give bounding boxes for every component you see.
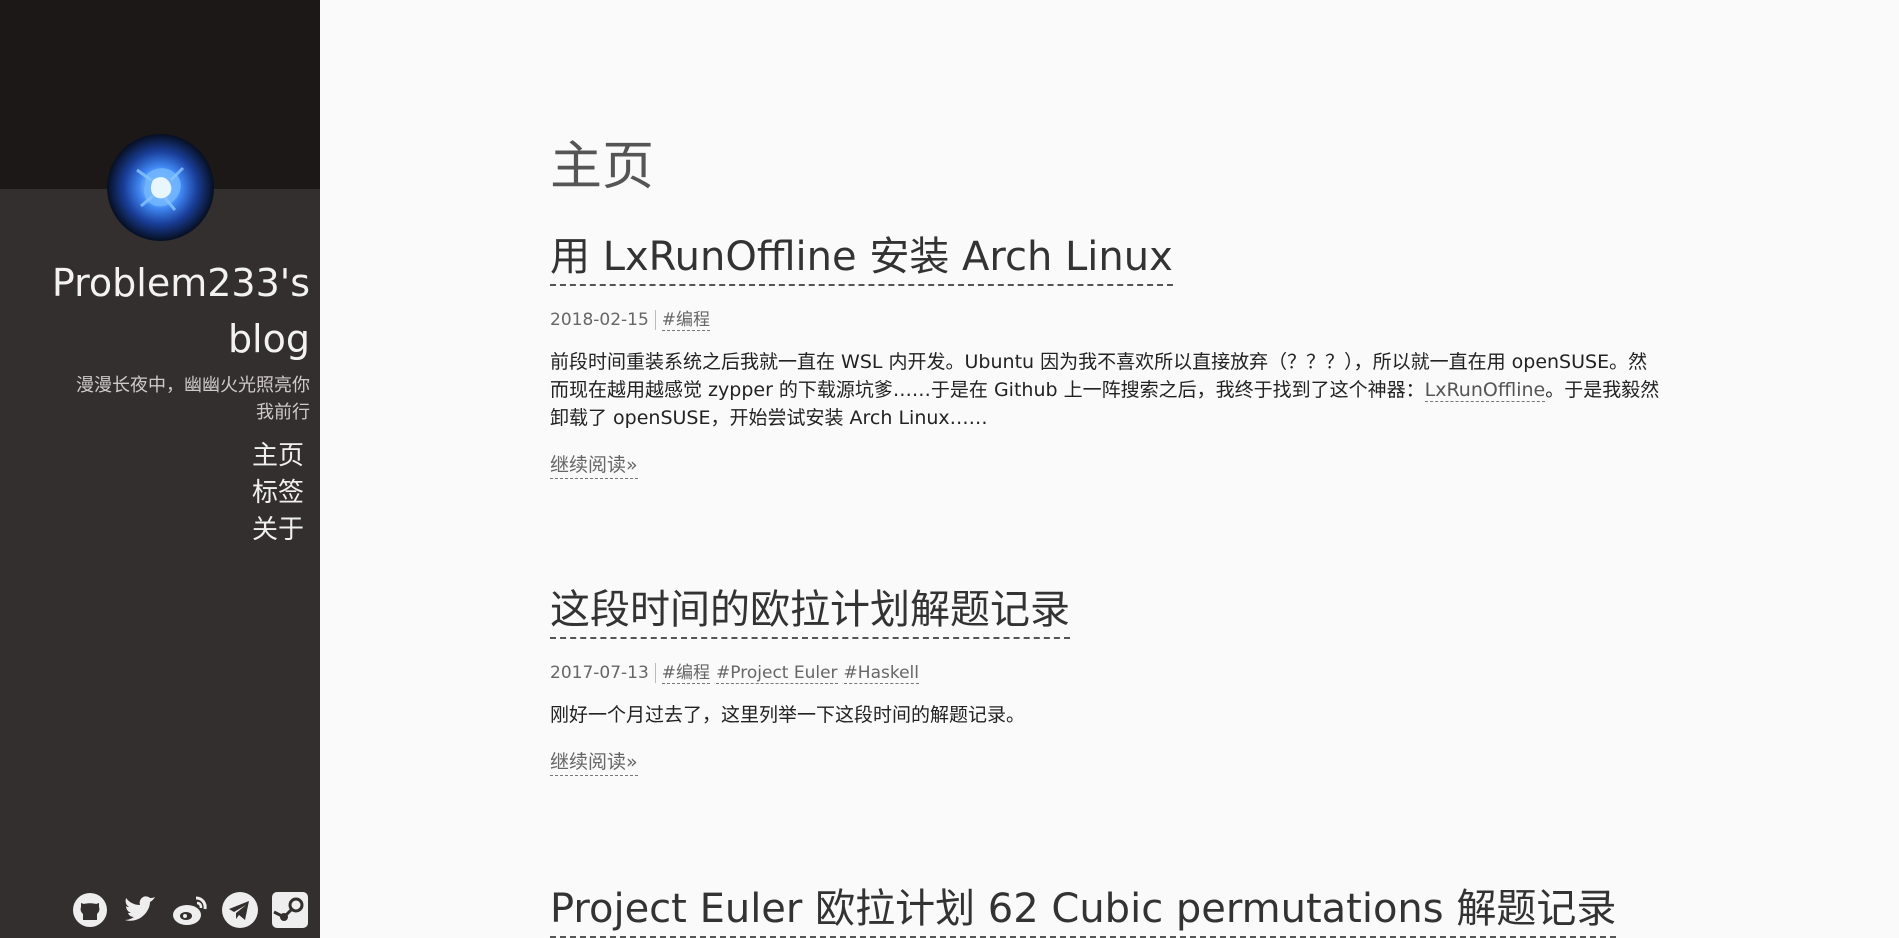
nav-item-about[interactable]: 关于 bbox=[252, 512, 304, 549]
sidebar: Problem233's blog 漫漫长夜中，幽幽火光照亮你我前行 主页 标签… bbox=[0, 0, 320, 938]
site-subtitle: 漫漫长夜中，幽幽火光照亮你我前行 bbox=[76, 375, 310, 423]
nav-item-home[interactable]: 主页 bbox=[252, 438, 304, 475]
weibo-icon[interactable] bbox=[170, 890, 210, 930]
post-excerpt: 前段时间重装系统之后我就一直在 WSL 内开发。Ubuntu 因为我不喜欢所以直… bbox=[550, 348, 1660, 432]
read-more-link[interactable]: 继续阅读» bbox=[550, 749, 638, 776]
post-meta: 2018-02-15 #编程 bbox=[550, 308, 1660, 332]
sidebar-nav: 主页 标签 关于 bbox=[252, 438, 304, 549]
post-item: 用 LxRunOffline 安装 Arch Linux 2018-02-15 #… bbox=[550, 230, 1660, 479]
twitter-icon[interactable] bbox=[120, 890, 160, 930]
site-title[interactable]: Problem233's blog bbox=[10, 255, 310, 367]
page-title: 主页 bbox=[550, 137, 655, 197]
main-content: 主页 用 LxRunOffline 安装 Arch Linux 2018-02-… bbox=[550, 0, 1660, 938]
social-links bbox=[70, 890, 310, 930]
avatar[interactable] bbox=[107, 134, 214, 241]
post-date: 2018-02-15 bbox=[550, 310, 656, 330]
post-tag-link[interactable]: #Haskell bbox=[843, 663, 919, 684]
post-title-link[interactable]: 用 LxRunOffline 安装 Arch Linux bbox=[550, 230, 1173, 286]
post-item: Project Euler 欧拉计划 62 Cubic permutations… bbox=[550, 882, 1660, 938]
post-title-link[interactable]: 这段时间的欧拉计划解题记录 bbox=[550, 583, 1070, 639]
post-title-link[interactable]: Project Euler 欧拉计划 62 Cubic permutations… bbox=[550, 882, 1617, 938]
steam-icon[interactable] bbox=[270, 890, 310, 930]
post-excerpt-link[interactable]: LxRunOffline bbox=[1424, 379, 1546, 402]
nav-item-tags[interactable]: 标签 bbox=[252, 475, 304, 512]
post-tag-link[interactable]: #Project Euler bbox=[716, 663, 838, 684]
post-item: 这段时间的欧拉计划解题记录 2017-07-13 #编程 #Project Eule… bbox=[550, 583, 1660, 776]
post-meta: 2017-07-13 #编程 #Project Euler #Haskell bbox=[550, 661, 1660, 685]
post-tag-link[interactable]: #编程 bbox=[661, 663, 711, 684]
post-date: 2017-07-13 bbox=[550, 663, 656, 683]
github-icon[interactable] bbox=[70, 890, 110, 930]
read-more-link[interactable]: 继续阅读» bbox=[550, 452, 638, 479]
post-excerpt: 刚好一个月过去了，这里列举一下这段时间的解题记录。 bbox=[550, 704, 1026, 726]
telegram-icon[interactable] bbox=[220, 890, 260, 930]
post-tag-link[interactable]: #编程 bbox=[661, 310, 711, 331]
